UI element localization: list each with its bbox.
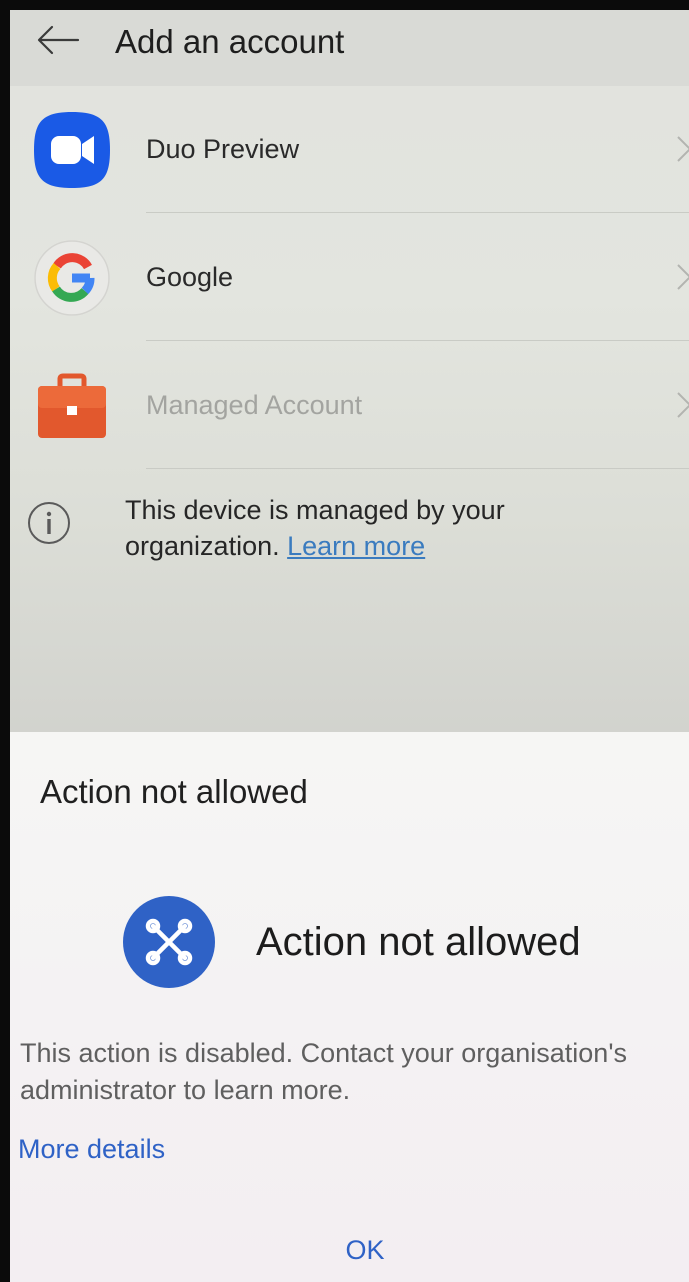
chevron-right-icon <box>677 136 689 162</box>
blocked-x-icon <box>123 896 215 988</box>
google-g-icon <box>34 240 110 316</box>
divider <box>146 212 689 213</box>
account-row-google[interactable]: Google <box>10 214 689 342</box>
ok-button[interactable]: OK <box>310 1228 420 1272</box>
action-not-allowed-dialog: Action not allowed Action not allowed Th… <box>10 732 689 1282</box>
chevron-right-icon <box>677 264 689 290</box>
arrow-left-icon[interactable] <box>36 24 80 56</box>
account-label: Duo Preview <box>146 134 300 164</box>
dialog-headline: Action not allowed <box>256 920 581 964</box>
dialog-message: This action is disabled. Contact your or… <box>20 1038 627 1105</box>
account-label: Google <box>146 262 234 292</box>
page-title: Add an account <box>115 23 345 60</box>
info-icon <box>28 502 70 544</box>
learn-more-link[interactable]: Learn more <box>287 531 425 561</box>
add-account-screen: Add an account Duo Preview Google Manage… <box>10 10 689 732</box>
briefcase-icon <box>38 373 106 438</box>
device-bezel-top <box>0 0 689 10</box>
account-row-duo-preview[interactable]: Duo Preview <box>10 86 689 214</box>
phone-screen: Add an account Duo Preview Google Manage… <box>0 0 689 1282</box>
more-details-link[interactable]: More details <box>18 1132 165 1166</box>
chevron-right-icon <box>677 392 689 418</box>
managed-device-notice: This device is managed by your organizat… <box>125 492 645 564</box>
account-row-managed-account[interactable]: Managed Account <box>10 342 689 470</box>
device-bezel-left <box>0 0 10 1282</box>
dialog-title: Action not allowed <box>40 773 308 810</box>
divider <box>146 340 689 341</box>
divider <box>146 468 689 469</box>
top-app-bar: Add an account <box>10 10 689 86</box>
account-label: Managed Account <box>146 390 363 420</box>
video-camera-icon <box>34 112 110 188</box>
